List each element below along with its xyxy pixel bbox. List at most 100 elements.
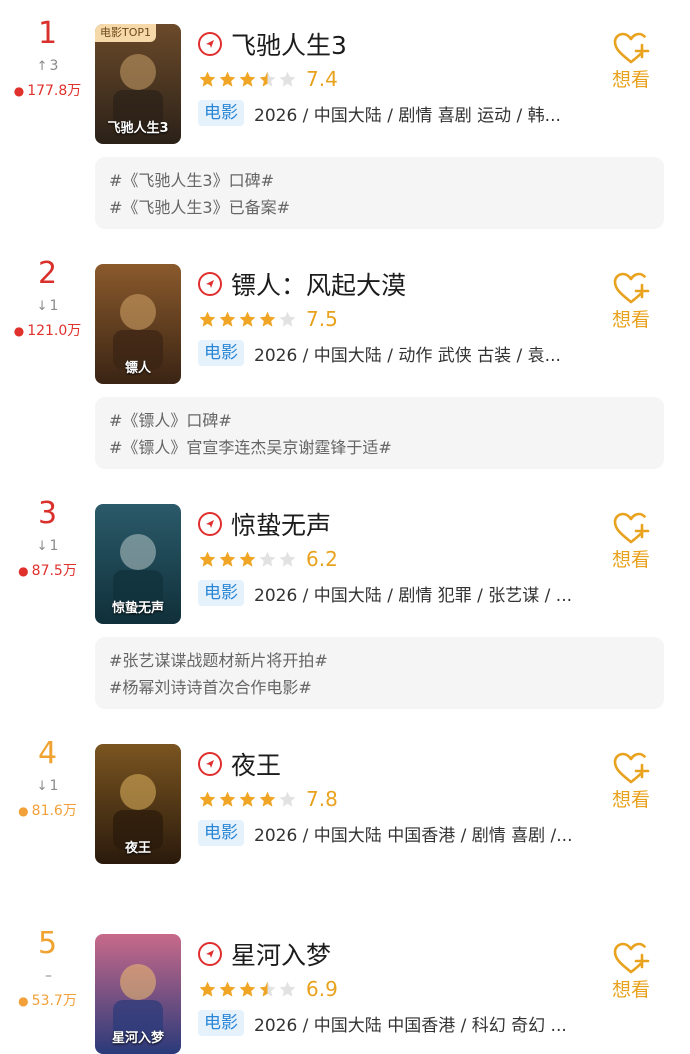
star-icon — [259, 551, 276, 567]
heart-plus-icon — [613, 752, 650, 784]
star-icon — [219, 791, 236, 807]
movie-title[interactable]: 夜王 — [231, 746, 281, 782]
flame-icon: ● — [18, 564, 29, 578]
poster-title-text: 夜王 — [124, 841, 151, 856]
topic-link[interactable]: #《镖人》官宣李连杰吴京谢霆锋于适# — [109, 434, 650, 461]
star-icon — [259, 311, 276, 327]
poster-title-text: 镖人 — [124, 361, 151, 376]
rating-score: 7.4 — [306, 67, 338, 91]
movie-poster[interactable]: 镖人 — [95, 264, 181, 384]
poster-badge: 电影TOP1 — [95, 24, 157, 42]
rank-column: 4 ↓ 1 ● 81.6万 — [0, 720, 95, 820]
star-icon — [259, 71, 276, 87]
topic-link[interactable]: #《飞驰人生3》已备案# — [109, 194, 650, 221]
movie-title[interactable]: 飞驰人生3 — [231, 26, 347, 62]
rating-score: 6.9 — [306, 977, 338, 1001]
star-icon — [239, 311, 256, 327]
heat-text: 87.5万 — [31, 563, 77, 579]
movie-poster[interactable]: 惊蛰无声 — [95, 504, 181, 624]
want-to-watch-label: 想看 — [611, 69, 650, 91]
rank-change-arrow-icon: ↓ — [36, 779, 48, 794]
star-icon — [199, 71, 216, 87]
want-to-watch-button[interactable]: 想看 — [600, 510, 662, 572]
star-rating — [198, 310, 298, 329]
heart-plus-icon — [613, 512, 650, 544]
type-tag: 电影 — [198, 580, 244, 606]
want-to-watch-button[interactable]: 想看 — [600, 940, 662, 1002]
heat-text: 81.6万 — [31, 803, 77, 819]
heat-value: ● 87.5万 — [0, 562, 95, 580]
topic-link[interactable]: #杨幂刘诗诗首次合作电影# — [109, 674, 650, 701]
movie-poster[interactable]: 夜王 — [95, 744, 181, 864]
movie-meta: 2026 / 中国大陆 中国香港 / 剧情 喜剧 /... — [254, 825, 573, 846]
star-icon — [199, 311, 216, 327]
star-icon — [239, 551, 256, 567]
rank-number: 2 — [37, 256, 58, 291]
topic-link[interactable]: #《镖人》口碑# — [109, 407, 650, 434]
rank-number: 4 — [37, 736, 58, 771]
heat-value: ● 177.8万 — [0, 82, 95, 100]
heat-value: ● 81.6万 — [0, 802, 95, 820]
type-tag: 电影 — [198, 1010, 244, 1036]
rank-change-value: 1 — [49, 538, 59, 554]
rank-change-value: 3 — [49, 58, 59, 74]
star-icon — [259, 791, 276, 807]
heart-plus-icon — [613, 942, 650, 974]
want-to-watch-label: 想看 — [611, 549, 650, 571]
rank-number: 3 — [37, 496, 58, 531]
star-rating — [198, 70, 298, 89]
movie-poster[interactable]: 飞驰人生3 电影TOP1 — [95, 24, 181, 144]
topics-box: #张艺谋谍战题材新片将开拍# #杨幂刘诗诗首次合作电影# — [95, 637, 664, 709]
star-icon — [279, 791, 296, 807]
star-icon — [259, 981, 276, 997]
movie-reel-icon — [198, 32, 222, 56]
movie-info: 飞驰人生3 7.4 电影 2026 / 中国大陆 / 剧情 喜剧 运动 / 韩.… — [198, 26, 598, 128]
star-icon — [199, 551, 216, 567]
rank-number: 5 — [37, 926, 58, 961]
rank-column: 3 ↓ 1 ● 87.5万 — [0, 480, 95, 580]
star-icon — [239, 791, 256, 807]
movie-title[interactable]: 星河入梦 — [231, 936, 331, 972]
star-icon — [279, 551, 296, 567]
movie-title[interactable]: 惊蛰无声 — [231, 506, 331, 542]
flame-icon: ● — [18, 804, 29, 818]
want-to-watch-label: 想看 — [611, 789, 650, 811]
rank-column: 5 – ● 53.7万 — [0, 910, 95, 1010]
movie-poster[interactable]: 星河入梦 — [95, 934, 181, 1054]
star-icon — [279, 311, 296, 327]
star-icon — [199, 791, 216, 807]
movie-reel-icon — [198, 752, 222, 776]
rank-column: 1 ↑ 3 ● 177.8万 — [0, 0, 95, 100]
poster-title-text: 惊蛰无声 — [111, 601, 164, 616]
heat-text: 177.8万 — [27, 83, 82, 99]
rank-change-arrow-icon: ↓ — [36, 299, 48, 314]
topics-box: #《镖人》口碑# #《镖人》官宣李连杰吴京谢霆锋于适# — [95, 397, 664, 469]
rank-change: ↓ 1 — [0, 777, 95, 796]
want-to-watch-button[interactable]: 想看 — [600, 30, 662, 92]
poster-title-text: 星河入梦 — [111, 1031, 164, 1046]
want-to-watch-button[interactable]: 想看 — [600, 270, 662, 332]
want-to-watch-label: 想看 — [611, 979, 650, 1001]
flame-icon: ● — [13, 324, 25, 338]
star-rating — [198, 980, 298, 999]
star-icon — [199, 981, 216, 997]
rank-change: – — [0, 967, 95, 986]
type-tag: 电影 — [198, 820, 244, 846]
movie-meta: 2026 / 中国大陆 / 动作 武侠 古装 / 袁... — [254, 345, 561, 366]
heat-text: 121.0万 — [27, 323, 82, 339]
topics-box: #《飞驰人生3》口碑# #《飞驰人生3》已备案# — [95, 157, 664, 229]
star-rating — [198, 790, 298, 809]
movie-meta: 2026 / 中国大陆 / 剧情 喜剧 运动 / 韩... — [254, 105, 561, 126]
flame-icon: ● — [13, 84, 25, 98]
movie-meta: 2026 / 中国大陆 中国香港 / 科幻 奇幻 ... — [254, 1015, 567, 1036]
want-to-watch-button[interactable]: 想看 — [600, 750, 662, 812]
rank-column: 2 ↓ 1 ● 121.0万 — [0, 240, 95, 340]
topic-link[interactable]: #《飞驰人生3》口碑# — [109, 167, 650, 194]
rating-score: 6.2 — [306, 547, 338, 571]
movie-info: 星河入梦 6.9 电影 2026 / 中国大陆 中国香港 / 科幻 奇幻 ... — [198, 936, 598, 1038]
rank-change-value: 1 — [49, 778, 59, 794]
heart-plus-icon — [613, 272, 650, 304]
movie-title[interactable]: 镖人：风起大漠 — [231, 266, 406, 302]
topic-link[interactable]: #张艺谋谍战题材新片将开拍# — [109, 647, 650, 674]
movie-meta: 2026 / 中国大陆 / 剧情 犯罪 / 张艺谋 / ... — [254, 585, 573, 606]
